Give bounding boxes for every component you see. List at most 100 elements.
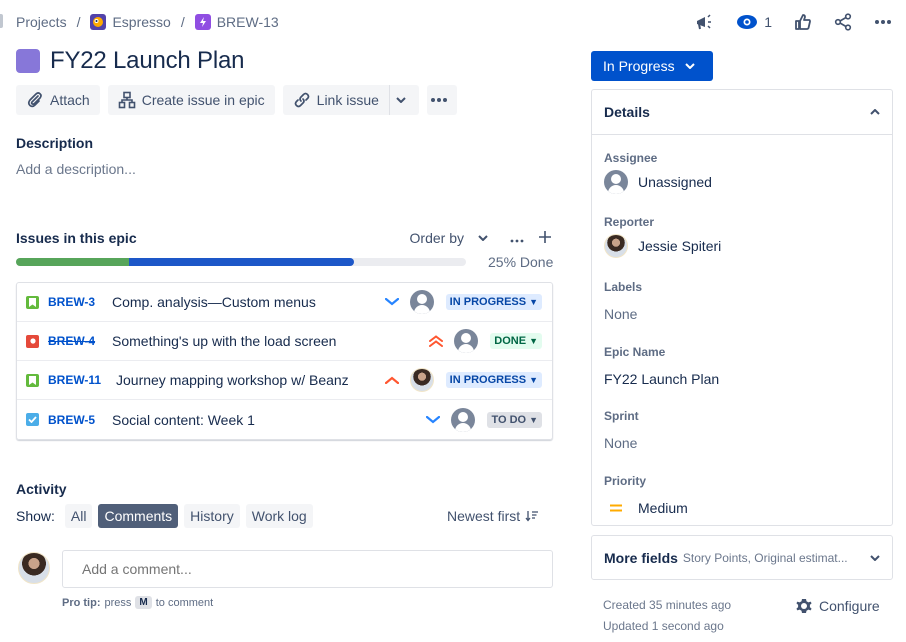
filter-all[interactable]: All xyxy=(64,504,93,528)
watch-count: 1 xyxy=(764,14,772,30)
status-lozenge[interactable]: IN PROGRESS ▼ xyxy=(445,294,542,310)
left-edge-handle xyxy=(0,14,3,28)
sort-order-label: Newest first xyxy=(447,508,521,524)
issue-key[interactable]: BREW-5 xyxy=(48,413,104,427)
configure-label: Configure xyxy=(819,598,880,614)
chevron-down-icon: ▼ xyxy=(529,375,538,385)
paperclip-icon xyxy=(27,92,42,108)
breadcrumb-projects[interactable]: Projects xyxy=(16,14,67,30)
pro-tip-suffix: to comment xyxy=(155,596,214,609)
priority-high-icon xyxy=(382,376,402,384)
field-epic-name: Epic Name FY22 Launch Plan xyxy=(604,345,719,391)
show-label: Show: xyxy=(16,508,55,524)
field-label: Reporter xyxy=(604,215,655,229)
status-label: IN PROGRESS xyxy=(449,374,527,386)
order-by-button[interactable]: Order by xyxy=(410,230,488,246)
priority-highest-icon xyxy=(426,335,446,347)
unassigned-avatar[interactable] xyxy=(409,290,434,314)
assignee-value[interactable]: Unassigned xyxy=(604,170,712,194)
share-icon xyxy=(834,13,852,31)
sprint-value[interactable]: None xyxy=(604,431,639,455)
page-title[interactable]: FY22 Launch Plan xyxy=(50,47,244,75)
issue-summary[interactable]: Journey mapping workshop w/ Beanz xyxy=(116,372,382,388)
chevron-down-icon: ▼ xyxy=(529,414,538,425)
issue-summary[interactable]: Social content: Week 1 xyxy=(112,412,423,428)
field-sprint: Sprint None xyxy=(604,409,639,455)
more-actions-button[interactable] xyxy=(874,19,892,25)
field-label: Sprint xyxy=(604,409,639,423)
more-fields-title: More fields xyxy=(604,549,678,566)
pro-tip-press: press xyxy=(104,596,132,609)
labels-value[interactable]: None xyxy=(604,302,642,326)
more-horizontal-icon xyxy=(875,20,891,24)
epic-icon xyxy=(194,14,211,30)
details-panel: Details Assignee Unassigned Reporter Jes… xyxy=(591,89,893,526)
create-issue-in-epic-button[interactable]: Create issue in epic xyxy=(107,85,275,115)
issue-row[interactable]: BREW-3 Comp. analysis—Custom menus IN PR… xyxy=(17,283,552,322)
feedback-button[interactable] xyxy=(694,13,714,31)
chevron-down-icon xyxy=(684,63,695,69)
attach-button[interactable]: Attach xyxy=(16,85,100,115)
reporter-value[interactable]: Jessie Spiteri xyxy=(604,234,721,258)
vote-button[interactable] xyxy=(794,13,812,31)
description-placeholder[interactable]: Add a description... xyxy=(16,161,136,177)
issue-title-row: FY22 Launch Plan xyxy=(16,46,244,76)
configure-button[interactable]: Configure xyxy=(795,597,880,615)
chevron-down-icon xyxy=(396,97,407,103)
more-fields-section[interactable]: More fields Story Points, Original estim… xyxy=(591,535,893,580)
issue-key[interactable]: BREW-11 xyxy=(48,373,104,387)
share-button[interactable] xyxy=(834,13,852,31)
priority-value[interactable]: Medium xyxy=(604,496,688,520)
filter-history[interactable]: History xyxy=(184,504,240,528)
filter-comments[interactable]: Comments xyxy=(98,504,179,528)
breadcrumb-separator: / xyxy=(180,14,185,30)
breadcrumb: Projects / Espresso / BREW-13 xyxy=(16,12,279,32)
link-issue-dropdown-button[interactable] xyxy=(388,85,419,115)
status-lozenge[interactable]: DONE ▼ xyxy=(490,333,542,349)
breadcrumb-project[interactable]: Espresso xyxy=(90,14,171,30)
unassigned-avatar[interactable] xyxy=(454,329,479,353)
assignee-avatar[interactable] xyxy=(409,368,434,392)
details-header[interactable]: Details xyxy=(592,90,892,135)
story-icon xyxy=(26,373,39,387)
eye-icon xyxy=(737,15,758,29)
more-toolbar-button[interactable] xyxy=(426,85,457,115)
issue-row[interactable]: BREW-4 Something's up with the load scre… xyxy=(17,322,552,361)
issue-row[interactable]: BREW-11 Journey mapping workshop w/ Bean… xyxy=(17,361,552,400)
plus-icon xyxy=(539,230,551,243)
epic-progress-bar xyxy=(16,258,466,266)
status-lozenge[interactable]: TO DO ▼ xyxy=(487,411,542,428)
sort-order-button[interactable]: Newest first xyxy=(447,508,539,524)
shortcut-key: M xyxy=(135,596,152,609)
issue-toolbar: Attach Create issue in epic Link issue xyxy=(16,85,465,115)
status-transition-button[interactable]: In Progress xyxy=(591,51,713,81)
field-value: Unassigned xyxy=(638,174,712,190)
epic-issues-header: Issues in this epic Order by xyxy=(16,228,552,248)
filter-work-log[interactable]: Work log xyxy=(245,504,313,528)
chevron-down-icon: ▼ xyxy=(529,297,538,307)
field-assignee: Assignee Unassigned xyxy=(604,151,712,194)
epic-name-value[interactable]: FY22 Launch Plan xyxy=(604,367,719,391)
chevron-down-icon xyxy=(870,554,880,561)
epic-issues-heading: Issues in this epic xyxy=(16,230,137,246)
issue-key[interactable]: BREW-3 xyxy=(48,295,104,309)
unassigned-avatar[interactable] xyxy=(451,407,476,432)
add-child-issue-button[interactable] xyxy=(538,230,552,247)
link-issue-button[interactable]: Link issue xyxy=(282,85,389,115)
epic-color-icon xyxy=(16,49,40,73)
comment-input[interactable] xyxy=(62,550,553,588)
field-value: Jessie Spiteri xyxy=(638,238,722,254)
field-label: Epic Name xyxy=(604,345,666,359)
issue-row[interactable]: BREW-5 Social content: Week 1 TO DO ▼ xyxy=(17,400,552,439)
field-labels: Labels None xyxy=(604,280,642,326)
epic-issue-list: BREW-3 Comp. analysis—Custom menus IN PR… xyxy=(16,282,553,440)
watch-button[interactable]: 1 xyxy=(736,14,772,30)
field-label: Assignee xyxy=(604,151,658,165)
epic-issues-more-button[interactable] xyxy=(510,230,524,246)
issue-summary[interactable]: Something's up with the load screen xyxy=(112,333,426,349)
status-lozenge[interactable]: IN PROGRESS ▼ xyxy=(445,372,542,388)
issue-summary[interactable]: Comp. analysis—Custom menus xyxy=(112,294,382,310)
issue-key[interactable]: BREW-4 xyxy=(48,334,104,348)
breadcrumb-issue[interactable]: BREW-13 xyxy=(194,14,279,30)
status-label: In Progress xyxy=(603,58,675,74)
